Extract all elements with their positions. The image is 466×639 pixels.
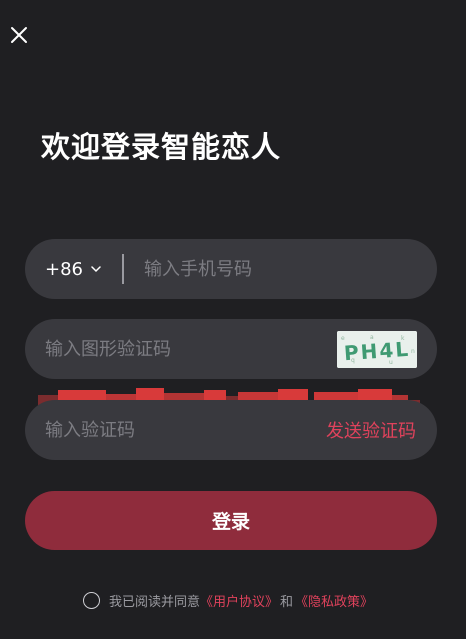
sms-code-input[interactable] bbox=[45, 419, 326, 441]
user-agreement-link[interactable]: 《用户协议》 bbox=[200, 591, 278, 610]
page-title: 欢迎登录智能恋人 bbox=[41, 130, 282, 164]
agreement-row: 我已阅读并同意 《用户协议》 和 《隐私政策》 bbox=[83, 591, 373, 610]
phone-field: +86 bbox=[25, 239, 437, 299]
agreement-and: 和 bbox=[280, 595, 294, 610]
send-code-button[interactable]: 发送验证码 bbox=[326, 417, 416, 443]
close-x-glyph bbox=[11, 27, 27, 43]
agree-radio[interactable] bbox=[83, 592, 100, 609]
chevron-down-icon bbox=[91, 265, 101, 273]
country-code-selector[interactable]: +86 bbox=[45, 259, 101, 280]
captcha-image[interactable]: eqa ukn PH4L bbox=[337, 330, 417, 368]
field-divider bbox=[122, 254, 124, 284]
agreement-prefix: 我已阅读并同意 bbox=[109, 595, 201, 610]
privacy-policy-link[interactable]: 《隐私政策》 bbox=[295, 591, 373, 610]
close-icon[interactable] bbox=[8, 24, 30, 46]
image-captcha-input[interactable] bbox=[45, 338, 337, 360]
login-button[interactable]: 登录 bbox=[25, 491, 437, 550]
country-code-label: +86 bbox=[45, 258, 83, 280]
captcha-text: PH4L bbox=[343, 336, 411, 365]
image-captcha-field: eqa ukn PH4L bbox=[25, 319, 437, 379]
svg-text:n: n bbox=[411, 348, 415, 355]
sms-code-field: 发送验证码 bbox=[25, 400, 437, 460]
phone-input[interactable] bbox=[144, 258, 437, 280]
